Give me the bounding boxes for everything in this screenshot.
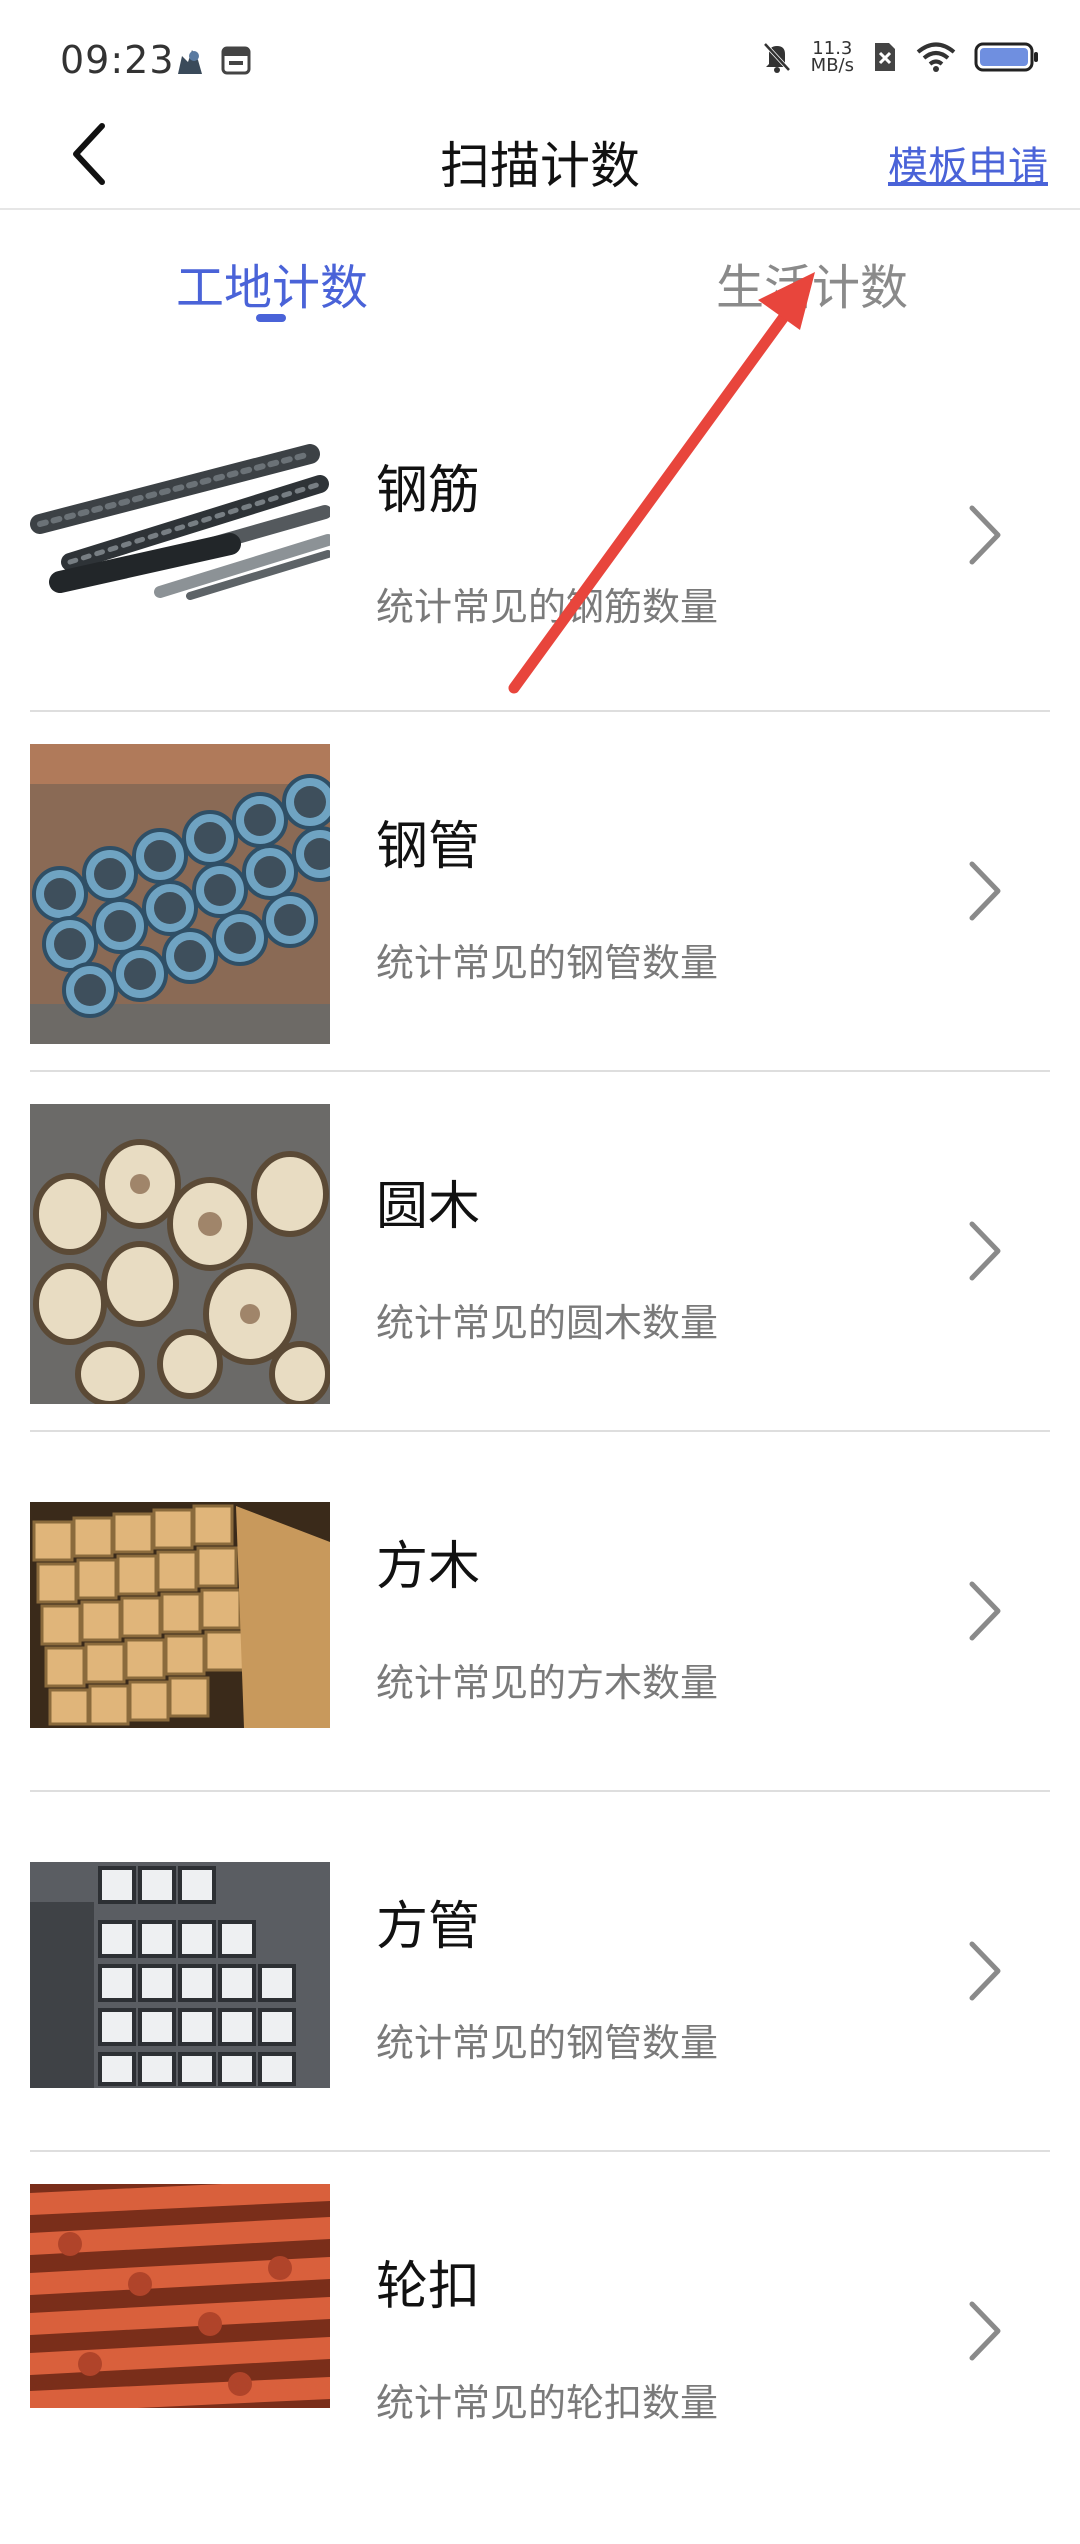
no-sim-icon xyxy=(875,43,895,71)
chevron-right-icon xyxy=(969,861,1001,921)
round-log-image xyxy=(30,1104,330,1404)
item-title: 圆木 xyxy=(376,1177,481,1237)
item-title: 钢筋 xyxy=(376,461,481,521)
network-speed-unit: MB/s xyxy=(810,55,854,76)
item-description: 统计常见的钢管数量 xyxy=(376,941,719,985)
chevron-right-icon xyxy=(969,1581,1001,1641)
active-tab-indicator xyxy=(256,314,286,322)
chevron-right-icon xyxy=(969,2301,1001,2361)
square-timber-image xyxy=(30,1502,330,1728)
list-item-rebar[interactable]: 钢筋 统计常见的钢筋数量 xyxy=(30,400,1050,760)
tab-bar: 工地计数 生活计数 xyxy=(0,210,1080,360)
divider xyxy=(30,1070,1050,1072)
tab-life-count[interactable]: 生活计数 xyxy=(716,248,908,318)
list-item-round-log[interactable]: 圆木 统计常见的圆木数量 xyxy=(30,1104,1050,1464)
item-title: 钢管 xyxy=(376,817,481,877)
battery-icon xyxy=(974,42,1038,72)
tab-site-count[interactable]: 工地计数 xyxy=(176,248,368,318)
status-bar: 09:23 11.3 MB/s xyxy=(0,0,1080,100)
list-item-wheel-buckle[interactable]: 轮扣 统计常见的轮扣数量 xyxy=(30,2184,1050,2544)
list-item-steel-pipe[interactable]: 钢管 统计常见的钢管数量 xyxy=(30,744,1050,1104)
square-tube-image xyxy=(30,1862,330,2088)
wheel-buckle-image xyxy=(30,2184,330,2408)
template-apply-link[interactable]: 模板申请 xyxy=(888,134,1048,192)
divider xyxy=(30,1790,1050,1792)
status-time: 09:23 xyxy=(60,38,175,82)
chevron-right-icon xyxy=(969,505,1001,565)
steel-pipe-image xyxy=(30,744,330,1044)
nav-bar: 扫描计数 模板申请 xyxy=(0,100,1080,210)
item-description: 统计常见的轮扣数量 xyxy=(376,2381,719,2425)
item-title: 方管 xyxy=(376,1897,481,1957)
divider xyxy=(30,710,1050,712)
wifi-icon xyxy=(916,42,956,72)
calendar-notification-icon xyxy=(221,46,251,75)
chevron-right-icon xyxy=(969,1941,1001,2001)
item-description: 统计常见的圆木数量 xyxy=(376,1301,719,1345)
item-title: 轮扣 xyxy=(376,2257,481,2317)
chevron-right-icon xyxy=(969,1221,1001,1281)
item-title: 方木 xyxy=(376,1537,481,1597)
network-speed: 11.3 MB/s xyxy=(810,40,854,76)
app-notification-icon xyxy=(178,50,202,74)
list-item-square-timber[interactable]: 方木 统计常见的方木数量 xyxy=(30,1464,1050,1824)
item-description: 统计常见的方木数量 xyxy=(376,1661,719,1705)
mute-bell-icon xyxy=(763,42,791,73)
divider xyxy=(30,2150,1050,2152)
rebar-image xyxy=(30,444,330,604)
item-description: 统计常见的钢管数量 xyxy=(376,2021,719,2065)
divider xyxy=(30,1430,1050,1432)
item-description: 统计常见的钢筋数量 xyxy=(376,585,719,629)
list-item-square-tube[interactable]: 方管 统计常见的钢管数量 xyxy=(30,1824,1050,2184)
